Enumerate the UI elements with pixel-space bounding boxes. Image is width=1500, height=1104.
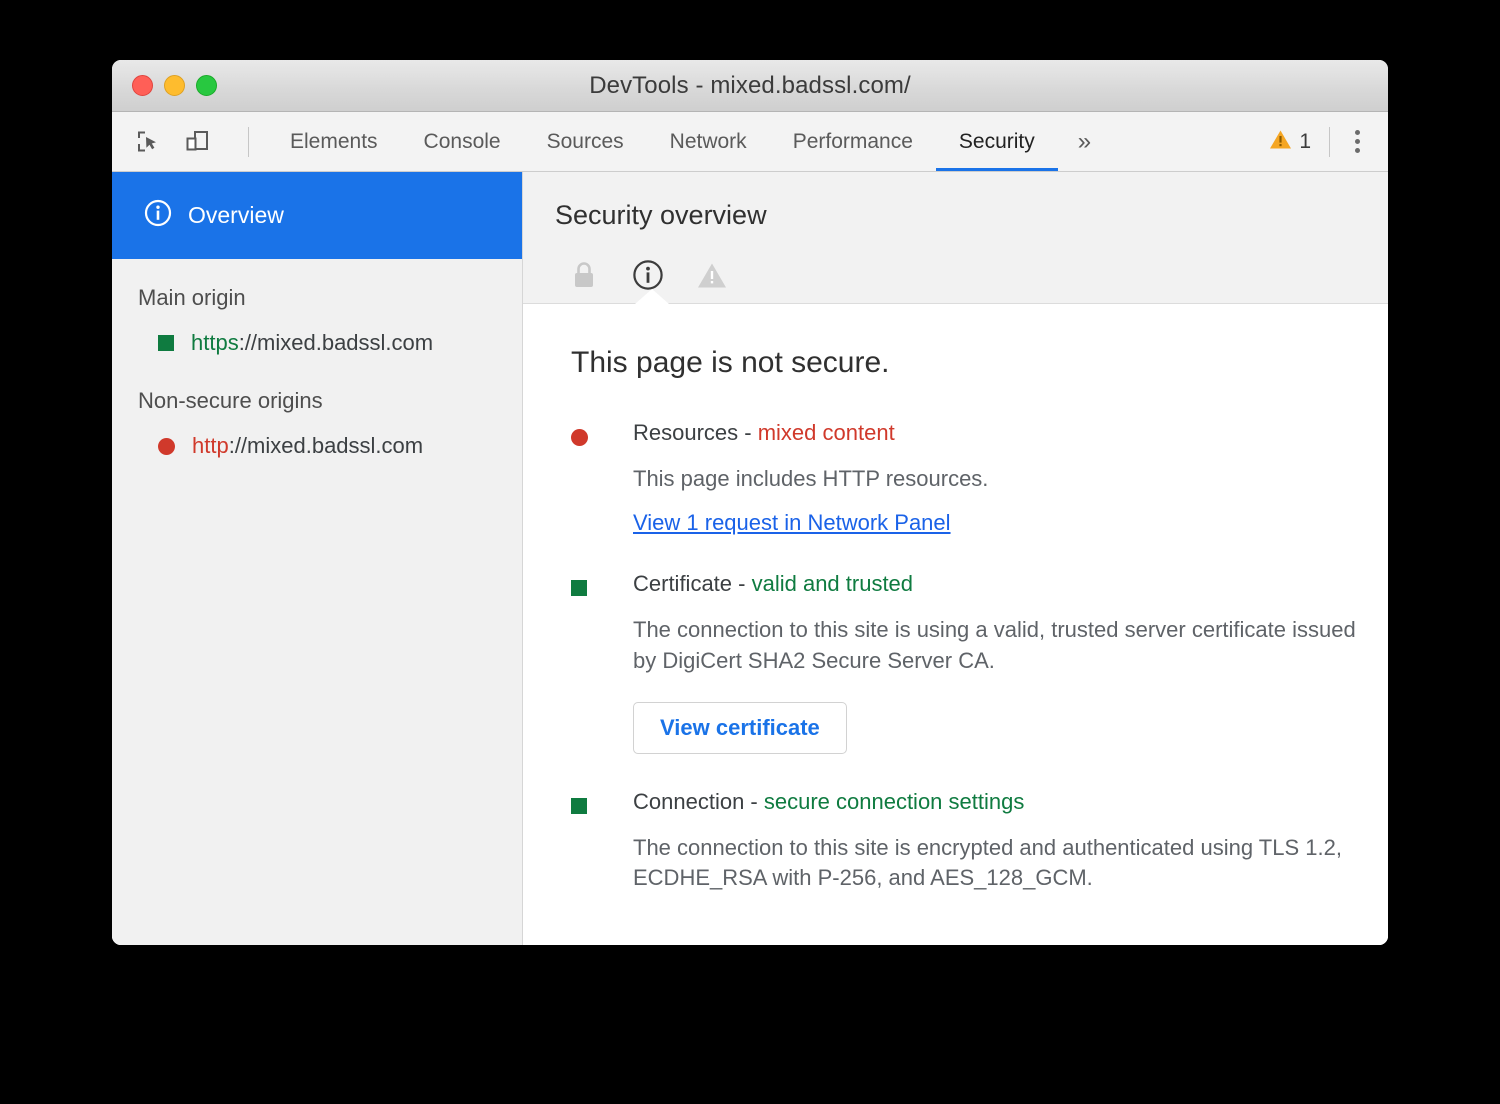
explanation-title: Certificate - valid and trusted — [633, 571, 1358, 597]
panel-tabs: Elements Console Sources Network Perform… — [267, 112, 1257, 171]
green-square-icon — [158, 335, 174, 351]
security-sidebar: Overview Main origin https://mixed.badss… — [112, 172, 523, 945]
security-state-icons — [555, 247, 1388, 303]
maximize-window-button[interactable] — [196, 75, 217, 96]
tab-sources[interactable]: Sources — [524, 112, 647, 171]
origin-host: ://mixed.badssl.com — [239, 330, 433, 355]
toolbar-left-icons — [134, 112, 267, 171]
security-main-panel: Security overview — [523, 172, 1388, 945]
sidebar-item-label: Overview — [188, 202, 284, 229]
red-circle-icon — [571, 420, 633, 536]
sidebar-section-heading: Non-secure origins — [138, 388, 522, 414]
devtools-body: Overview Main origin https://mixed.badss… — [112, 172, 1388, 945]
origin-host: ://mixed.badssl.com — [229, 433, 423, 458]
security-summary: This page is not secure. — [571, 346, 1358, 380]
toolbar-divider — [248, 127, 249, 157]
view-certificate-button[interactable]: View certificate — [633, 702, 847, 754]
origin-scheme: http — [192, 433, 229, 458]
kebab-menu-icon[interactable] — [1340, 125, 1374, 159]
explanation-title: Resources - mixed content — [633, 420, 1358, 446]
devtools-window: DevTools - mixed.badssl.com/ El — [112, 60, 1388, 945]
sidebar-section-main-origin: Main origin https://mixed.badssl.com — [112, 259, 522, 356]
info-circle-icon[interactable] — [631, 258, 665, 292]
sidebar-origin-http[interactable]: http://mixed.badssl.com — [138, 433, 522, 459]
more-tabs-icon[interactable]: » — [1058, 112, 1106, 171]
explanation-title-prefix: Connection - — [633, 789, 764, 814]
sidebar-section-non-secure-origins: Non-secure origins http://mixed.badssl.c… — [112, 362, 522, 459]
explanation-status: valid and trusted — [752, 571, 913, 596]
red-circle-icon — [158, 438, 175, 455]
toolbar-divider-right — [1329, 127, 1330, 157]
explanation-description: The connection to this site is encrypted… — [633, 833, 1358, 894]
explanation-status: mixed content — [758, 420, 895, 445]
warning-badge[interactable]: 1 — [1257, 129, 1323, 155]
security-explanations: This page is not secure. Resources - mix… — [523, 304, 1388, 945]
device-toolbar-icon[interactable] — [182, 127, 212, 157]
explanation-connection: Connection - secure connection settings … — [571, 789, 1358, 910]
sidebar-origin-https[interactable]: https://mixed.badssl.com — [138, 330, 522, 356]
active-state-caret — [635, 289, 669, 304]
tab-label: Network — [670, 130, 747, 154]
lock-icon[interactable] — [567, 258, 601, 292]
explanation-description: The connection to this site is using a v… — [633, 615, 1358, 676]
explanation-status: secure connection settings — [764, 789, 1025, 814]
sidebar-item-overview[interactable]: Overview — [112, 172, 522, 259]
origin-url: https://mixed.badssl.com — [191, 330, 433, 356]
origin-url: http://mixed.badssl.com — [192, 433, 423, 459]
window-controls — [132, 75, 217, 96]
info-circle-icon — [144, 199, 172, 232]
devtools-toolbar: Elements Console Sources Network Perform… — [112, 112, 1388, 172]
window-title: DevTools - mixed.badssl.com/ — [112, 72, 1388, 100]
tab-network[interactable]: Network — [647, 112, 770, 171]
warning-triangle-icon[interactable] — [695, 258, 729, 292]
origin-scheme: https — [191, 330, 239, 355]
inspect-element-icon[interactable] — [134, 127, 164, 157]
explanation-description: This page includes HTTP resources. — [633, 464, 1358, 494]
more-tabs-label: » — [1078, 128, 1090, 156]
green-square-icon — [571, 571, 633, 754]
tab-label: Elements — [290, 130, 378, 154]
tab-label: Sources — [547, 130, 624, 154]
toolbar-right-group: 1 — [1257, 112, 1374, 171]
explanation-title-prefix: Resources - — [633, 420, 758, 445]
tab-elements[interactable]: Elements — [267, 112, 401, 171]
view-requests-link[interactable]: View 1 request in Network Panel — [633, 510, 951, 536]
explanation-title-prefix: Certificate - — [633, 571, 752, 596]
security-overview-header: Security overview — [523, 172, 1388, 304]
tab-label: Performance — [793, 130, 913, 154]
explanation-certificate: Certificate - valid and trusted The conn… — [571, 571, 1358, 754]
explanation-title: Connection - secure connection settings — [633, 789, 1358, 815]
tab-console[interactable]: Console — [401, 112, 524, 171]
tab-label: Console — [424, 130, 501, 154]
window-titlebar: DevTools - mixed.badssl.com/ — [112, 60, 1388, 112]
tab-label: Security — [959, 130, 1035, 154]
warning-triangle-icon — [1269, 129, 1292, 155]
close-window-button[interactable] — [132, 75, 153, 96]
warning-count: 1 — [1299, 130, 1311, 154]
sidebar-section-heading: Main origin — [138, 285, 522, 311]
tab-performance[interactable]: Performance — [770, 112, 936, 171]
explanation-resources: Resources - mixed content This page incl… — [571, 420, 1358, 536]
green-square-icon — [571, 789, 633, 910]
tab-security[interactable]: Security — [936, 112, 1058, 171]
minimize-window-button[interactable] — [164, 75, 185, 96]
page-title: Security overview — [555, 200, 1388, 231]
